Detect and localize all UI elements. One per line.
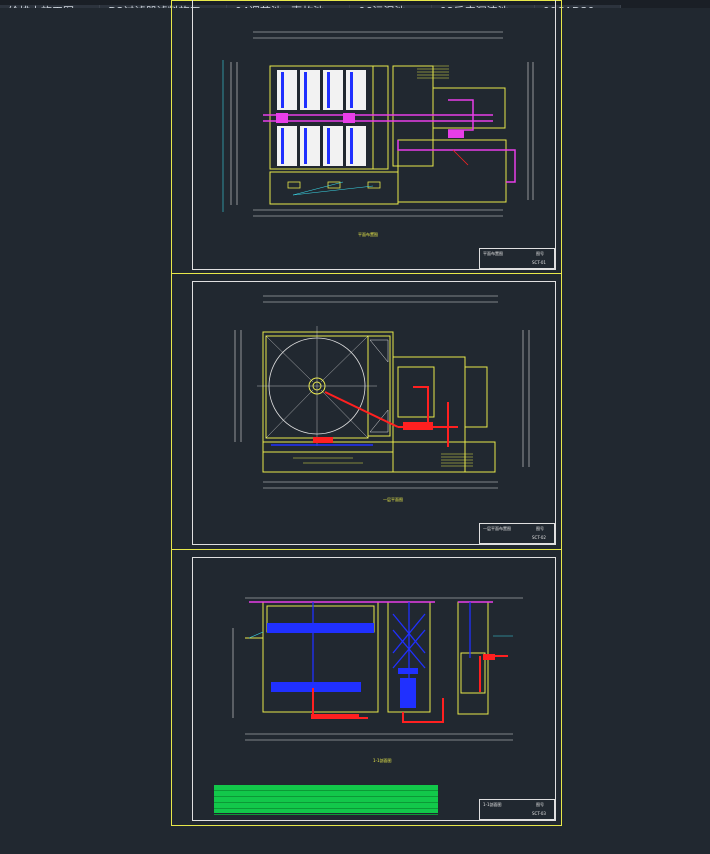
title-block[interactable]: 一层平面布置图 图号 SCT-02: [479, 523, 555, 544]
file-tab-label: 给排水施工图: [8, 5, 74, 8]
close-icon[interactable]: ×: [602, 5, 611, 8]
drawing-frame: 一层平面图 一层平面布置图 图号 SCT-02: [192, 281, 556, 545]
title-block-code: SCT-02: [532, 535, 546, 540]
floor-plan-drawing: [234, 295, 530, 489]
title-block-name: 一层平面布置图: [483, 526, 511, 531]
title-block-label: 图号: [536, 526, 544, 531]
drawing-caption: 一层平面图: [383, 497, 403, 502]
title-block-name: 平面布置图: [483, 251, 503, 256]
title-block-label: 图号: [536, 251, 544, 256]
drawing-frame: — 平面布置图 平面布置图 图号 SCT-01: [192, 0, 556, 270]
title-block-code: SCT-03: [532, 811, 546, 816]
drawing-sheet: — 平面布置图 平面布置图 图号 SCT-01 一层平面图 一层平面布置图 图号…: [171, 0, 562, 826]
title-block[interactable]: 平面布置图 图号 SCT-01: [479, 248, 555, 269]
close-icon[interactable]: ×: [82, 5, 91, 8]
file-tab[interactable]: 给排水施工图 ×: [0, 5, 101, 8]
title-block-name: 1-1剖面图: [483, 802, 502, 807]
material-table: [214, 785, 438, 815]
sheet-panel-plan[interactable]: — 平面布置图 平面布置图 图号 SCT-01: [172, 0, 561, 274]
title-block-label: 图号: [536, 802, 544, 807]
title-block-code: SCT-01: [532, 260, 546, 265]
section-drawing: [232, 597, 523, 741]
drawing-caption: 平面布置图: [358, 232, 378, 237]
sheet-panel-floor[interactable]: 一层平面图 一层平面布置图 图号 SCT-02: [172, 275, 561, 550]
drawing-caption: 1-1剖面图: [373, 758, 392, 763]
plan-drawing: [222, 31, 534, 217]
title-block[interactable]: 1-1剖面图 图号 SCT-03: [479, 799, 555, 820]
drawing-frame: 1-1剖面图 1-1剖面图 图号 SCT-03: [192, 557, 556, 821]
sheet-panel-section[interactable]: 1-1剖面图 1-1剖面图 图号 SCT-03: [172, 551, 561, 825]
